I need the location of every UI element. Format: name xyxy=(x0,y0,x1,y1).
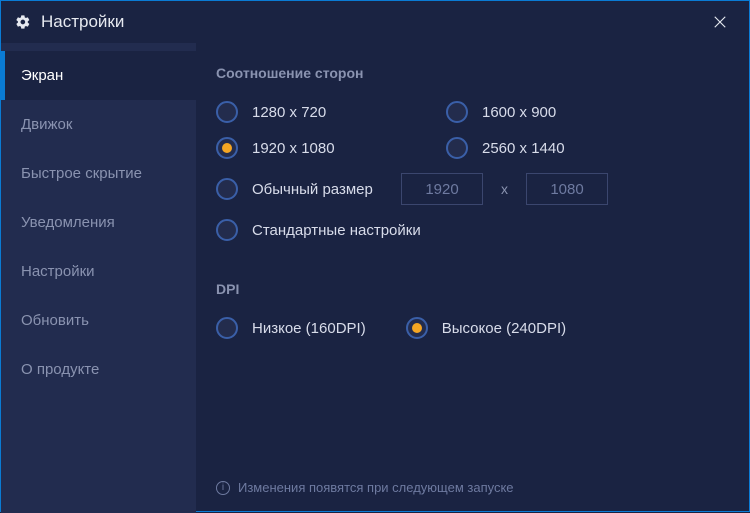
sidebar: Экран Движок Быстрое скрытие Уведомления… xyxy=(1,43,196,513)
sidebar-item-about[interactable]: О продукте xyxy=(1,345,196,394)
sidebar-item-label: О продукте xyxy=(21,361,99,378)
radio-icon[interactable] xyxy=(216,178,238,200)
radio-icon[interactable] xyxy=(216,101,238,123)
sidebar-item-label: Настройки xyxy=(21,263,95,280)
aspect-section-title: Соотношение сторон xyxy=(216,65,727,81)
sidebar-item-label: Движок xyxy=(21,116,72,133)
sidebar-item-label: Обновить xyxy=(21,312,89,329)
sidebar-item-label: Быстрое скрытие xyxy=(21,165,142,182)
sidebar-item-label: Экран xyxy=(21,67,63,84)
radio-icon[interactable] xyxy=(446,137,468,159)
dpi-option-low[interactable]: Низкое (160DPI) xyxy=(216,317,366,339)
radio-icon[interactable] xyxy=(446,101,468,123)
aspect-option-1600x900[interactable]: 1600 x 900 xyxy=(446,101,676,123)
content-pane: Соотношение сторон 1280 x 720 1600 x 900… xyxy=(196,43,749,513)
sidebar-item-notifications[interactable]: Уведомления xyxy=(1,198,196,247)
sidebar-item-update[interactable]: Обновить xyxy=(1,296,196,345)
radio-icon[interactable] xyxy=(216,137,238,159)
radio-icon[interactable] xyxy=(216,219,238,241)
sidebar-item-screen[interactable]: Экран xyxy=(1,51,196,100)
notice-text: Изменения появятся при следующем запуске xyxy=(238,480,514,495)
sidebar-item-quickhide[interactable]: Быстрое скрытие xyxy=(1,149,196,198)
radio-label: Высокое (240DPI) xyxy=(442,320,566,337)
radio-label: 1280 x 720 xyxy=(252,104,326,121)
dimension-separator: x xyxy=(501,181,508,197)
radio-label: 1920 x 1080 xyxy=(252,140,335,157)
radio-label: Стандартные настройки xyxy=(252,222,421,239)
gear-icon xyxy=(15,14,31,30)
sidebar-item-label: Уведомления xyxy=(21,214,115,231)
aspect-option-1920x1080[interactable]: 1920 x 1080 xyxy=(216,137,446,159)
radio-icon[interactable] xyxy=(216,317,238,339)
radio-label: 2560 x 1440 xyxy=(482,140,565,157)
info-icon: i xyxy=(216,481,230,495)
aspect-option-1280x720[interactable]: 1280 x 720 xyxy=(216,101,446,123)
close-button[interactable] xyxy=(705,7,735,37)
dpi-section-title: DPI xyxy=(216,281,727,297)
radio-icon[interactable] xyxy=(406,317,428,339)
sidebar-item-settings[interactable]: Настройки xyxy=(1,247,196,296)
aspect-option-2560x1440[interactable]: 2560 x 1440 xyxy=(446,137,676,159)
sidebar-item-engine[interactable]: Движок xyxy=(1,100,196,149)
radio-label: Обычный размер xyxy=(252,181,387,198)
titlebar: Настройки xyxy=(1,1,749,43)
window-title: Настройки xyxy=(41,12,705,32)
restart-notice: i Изменения появятся при следующем запус… xyxy=(216,480,514,495)
aspect-option-default[interactable]: Стандартные настройки xyxy=(216,219,727,241)
dpi-option-high[interactable]: Высокое (240DPI) xyxy=(406,317,566,339)
aspect-option-custom: Обычный размер x xyxy=(216,173,727,205)
radio-label: Низкое (160DPI) xyxy=(252,320,366,337)
radio-label: 1600 x 900 xyxy=(482,104,556,121)
custom-width-input[interactable] xyxy=(401,173,483,205)
custom-height-input[interactable] xyxy=(526,173,608,205)
